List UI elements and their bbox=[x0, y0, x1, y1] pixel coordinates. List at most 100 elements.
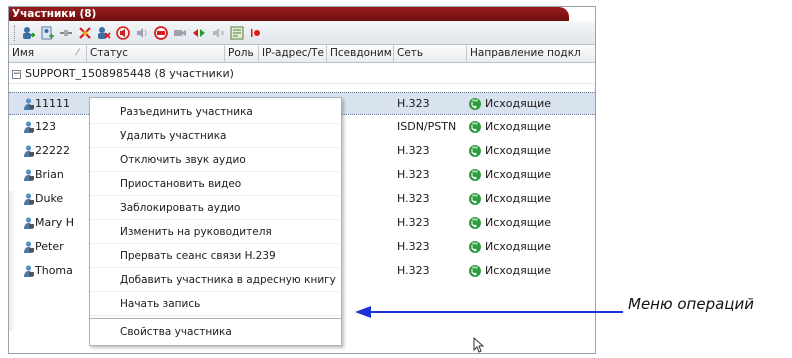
participant-network: H.323 bbox=[397, 192, 430, 205]
participant-name: Duke bbox=[35, 192, 64, 205]
menu-item-properties[interactable]: Свойства участника bbox=[90, 320, 341, 344]
callout-label: Меню операций bbox=[628, 295, 755, 313]
mouse-cursor-icon bbox=[473, 337, 485, 353]
direction-label: Исходящие bbox=[485, 240, 552, 253]
participant-direction: Исходящие bbox=[468, 212, 551, 234]
record-icon[interactable] bbox=[249, 26, 263, 40]
participant-direction: Исходящие bbox=[468, 116, 551, 138]
participant-name: 22222 bbox=[35, 144, 70, 157]
dial-out-icon bbox=[469, 193, 481, 205]
dial-out-icon bbox=[469, 241, 481, 253]
toolbar bbox=[9, 21, 595, 45]
participant-icon bbox=[24, 121, 34, 133]
direction-label: Исходящие bbox=[485, 192, 552, 205]
col-role[interactable]: Роль bbox=[225, 45, 259, 63]
disconnect-icon[interactable] bbox=[78, 26, 92, 40]
operations-context-menu: Разъединить участника Удалить участника … bbox=[89, 97, 342, 346]
title-bar: Участники (8) bbox=[9, 7, 595, 21]
col-status-label: Статус bbox=[90, 47, 128, 59]
participant-icon bbox=[24, 193, 34, 205]
collapse-toggle-icon[interactable]: − bbox=[12, 69, 21, 79]
dial-out-icon bbox=[469, 121, 481, 133]
participant-name: Thoma bbox=[35, 264, 73, 277]
menu-item-disconnect[interactable]: Разъединить участника bbox=[90, 100, 341, 124]
participant-network: H.323 bbox=[397, 97, 430, 110]
menu-item-delete[interactable]: Удалить участника bbox=[90, 124, 341, 148]
dial-out-icon bbox=[469, 98, 481, 110]
col-name[interactable]: Имя ⁄ bbox=[9, 45, 87, 63]
participant-network: H.323 bbox=[397, 216, 430, 229]
table-header: Имя ⁄ Статус Роль IP-адрес/Те Псевдоним … bbox=[9, 45, 595, 63]
connect-icon[interactable] bbox=[59, 26, 73, 40]
direction-label: Исходящие bbox=[485, 216, 552, 229]
participant-name: 123 bbox=[35, 120, 56, 133]
participant-name: 11111 bbox=[35, 97, 70, 110]
participant-icon bbox=[24, 265, 34, 277]
add-participant-icon[interactable] bbox=[21, 26, 35, 40]
menu-item-change-leader[interactable]: Изменить на руководителя bbox=[90, 220, 341, 244]
participant-icon bbox=[24, 98, 34, 110]
col-ip-label: IP-адрес/Те bbox=[262, 47, 324, 59]
col-direction[interactable]: Направление подкл bbox=[467, 45, 595, 63]
col-status[interactable]: Статус bbox=[87, 45, 225, 63]
participant-direction: Исходящие bbox=[468, 140, 551, 162]
add-from-addressbook-icon[interactable] bbox=[40, 26, 54, 40]
properties-icon[interactable] bbox=[230, 26, 244, 40]
change-leader-icon[interactable] bbox=[192, 26, 206, 40]
direction-label: Исходящие bbox=[485, 97, 552, 110]
dial-out-icon bbox=[469, 169, 481, 181]
participant-icon bbox=[24, 241, 34, 253]
col-network[interactable]: Сеть bbox=[394, 45, 467, 63]
toolbar-grip bbox=[14, 24, 16, 41]
dial-out-icon bbox=[469, 145, 481, 157]
panel-title: Участники (8) bbox=[12, 8, 97, 20]
suspend-video-icon[interactable] bbox=[173, 26, 187, 40]
sort-indicator-icon: ⁄ bbox=[77, 48, 79, 58]
dial-out-icon bbox=[469, 265, 481, 277]
left-edge-strip bbox=[9, 191, 13, 331]
direction-label: Исходящие bbox=[485, 168, 552, 181]
participant-icon bbox=[24, 217, 34, 229]
participant-network: H.323 bbox=[397, 264, 430, 277]
participant-name: Peter bbox=[35, 240, 64, 253]
participant-network: H.323 bbox=[397, 144, 430, 157]
participants-tab[interactable]: Участники (8) bbox=[9, 7, 569, 21]
participant-direction: Исходящие bbox=[468, 164, 551, 186]
menu-item-start-recording[interactable]: Начать запись bbox=[90, 292, 341, 316]
group-label: SUPPORT_1508985448 (8 участники) bbox=[25, 67, 234, 80]
menu-item-mute-audio[interactable]: Отключить звук аудио bbox=[90, 148, 341, 172]
unmute-audio-icon[interactable] bbox=[135, 26, 149, 40]
menu-item-abort-h239[interactable]: Прервать сеанс связи H.239 bbox=[90, 244, 341, 268]
block-icon[interactable] bbox=[154, 25, 168, 40]
participant-network: H.323 bbox=[397, 240, 430, 253]
participant-icon bbox=[24, 145, 34, 157]
menu-item-block-audio[interactable]: Заблокировать аудио bbox=[90, 196, 341, 220]
direction-label: Исходящие bbox=[485, 144, 552, 157]
callout-arrow-icon bbox=[355, 306, 623, 318]
col-alias-label: Псевдоним bbox=[330, 47, 392, 59]
conference-group-row[interactable]: − SUPPORT_1508985448 (8 участники) bbox=[9, 64, 595, 84]
col-alias[interactable]: Псевдоним bbox=[327, 45, 394, 63]
col-ip[interactable]: IP-адрес/Те bbox=[259, 45, 327, 63]
participant-network: H.323 bbox=[397, 168, 430, 181]
volume-icon[interactable] bbox=[211, 26, 225, 40]
participant-icon bbox=[24, 169, 34, 181]
participant-direction: Исходящие bbox=[468, 236, 551, 258]
menu-separator bbox=[90, 318, 341, 319]
direction-label: Исходящие bbox=[485, 120, 552, 133]
participant-name: Brian bbox=[35, 168, 64, 181]
participant-direction: Исходящие bbox=[468, 93, 551, 115]
col-network-label: Сеть bbox=[397, 47, 424, 59]
direction-label: Исходящие bbox=[485, 264, 552, 277]
participant-network: ISDN/PSTN bbox=[397, 120, 457, 133]
menu-item-add-to-addressbook[interactable]: Добавить участника в адресную книгу bbox=[90, 268, 341, 292]
participant-direction: Исходящие bbox=[468, 260, 551, 282]
participant-direction: Исходящие bbox=[468, 188, 551, 210]
col-direction-label: Направление подкл bbox=[470, 47, 581, 59]
mute-audio-icon[interactable] bbox=[116, 25, 130, 40]
col-role-label: Роль bbox=[228, 47, 254, 59]
delete-participant-icon[interactable] bbox=[97, 26, 111, 40]
menu-item-suspend-video[interactable]: Приостановить видео bbox=[90, 172, 341, 196]
col-name-label: Имя bbox=[12, 47, 35, 59]
dial-out-icon bbox=[469, 217, 481, 229]
